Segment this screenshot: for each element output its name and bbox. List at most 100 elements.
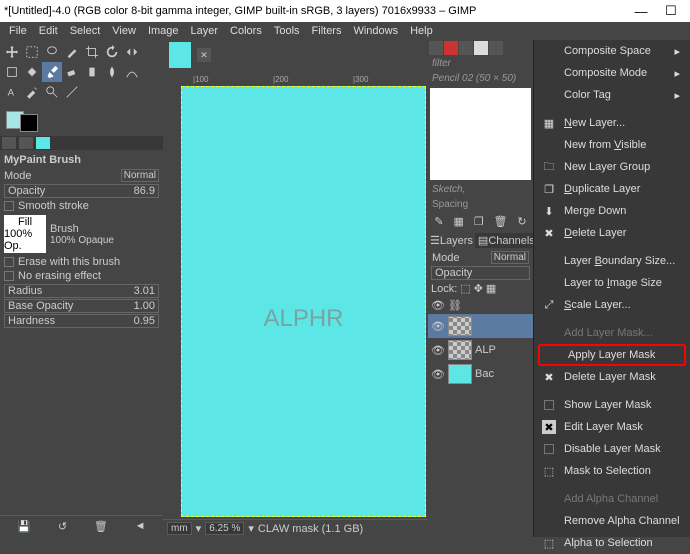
menu-image[interactable]: Image — [143, 25, 184, 37]
menu-layer[interactable]: Layer — [186, 25, 224, 37]
menu-colors[interactable]: Colors — [225, 25, 267, 37]
hardness-slider[interactable]: Hardness0.95 — [4, 314, 159, 328]
ctx-disable-mask[interactable]: Disable Layer Mask — [534, 438, 690, 460]
restore-icon[interactable]: ↺ — [58, 520, 67, 533]
menu-windows[interactable]: Windows — [348, 25, 403, 37]
ctx-boundary[interactable]: Layer Boundary Size... — [534, 250, 690, 272]
eye-icon[interactable]: 👁 — [431, 298, 445, 312]
ctx-duplicate[interactable]: ❐Duplicate Layer — [534, 178, 690, 200]
brush-grid[interactable] — [430, 88, 531, 180]
minimize-icon[interactable]: — — [626, 4, 656, 19]
brush-preview[interactable]: Fill 100% Op. — [4, 215, 46, 253]
brush-del-icon[interactable]: 🗑 — [494, 215, 508, 228]
layer-mode-select[interactable]: Normal — [491, 251, 529, 264]
delete-preset-icon[interactable]: 🗑 — [94, 520, 108, 533]
rtab-3[interactable] — [459, 41, 473, 55]
bg-color[interactable] — [20, 114, 38, 132]
ctx-delete-layer[interactable]: ✖Delete Layer — [534, 222, 690, 244]
layer-thumb[interactable] — [448, 316, 472, 336]
rtab-5[interactable] — [489, 41, 503, 55]
ctx-apply-mask[interactable]: Apply Layer Mask — [538, 344, 686, 366]
layer-row-3[interactable]: 👁 ALP — [428, 338, 533, 362]
menu-filters[interactable]: Filters — [307, 25, 347, 37]
brush-refresh-icon[interactable]: ↻ — [517, 215, 526, 228]
text-tool-icon[interactable]: A — [2, 82, 22, 102]
lock-alpha-icon[interactable]: ▦ — [486, 282, 496, 295]
layer-thumb[interactable] — [448, 364, 472, 384]
smooth-checkbox[interactable] — [4, 201, 14, 211]
ctx-new-from-visible[interactable]: New from Visible — [534, 134, 690, 156]
ctx-remove-alpha[interactable]: Remove Alpha Channel — [534, 510, 690, 532]
ctx-new-layer[interactable]: ▦New Layer... — [534, 112, 690, 134]
layer-thumb[interactable] — [448, 340, 472, 360]
picker-tool-icon[interactable] — [22, 82, 42, 102]
tab-3[interactable] — [36, 137, 50, 149]
wand-tool-icon[interactable] — [62, 42, 82, 62]
eye-icon[interactable]: 👁 — [431, 367, 445, 381]
rtab-4[interactable] — [474, 41, 488, 55]
tab-1[interactable] — [2, 137, 16, 149]
brush-new-icon[interactable]: ▦ — [454, 215, 464, 228]
ctx-composite-mode[interactable]: Composite Mode▸ — [534, 62, 690, 84]
brush-edit-icon[interactable]: ✎ — [434, 215, 443, 228]
ctx-show-mask[interactable]: Show Layer Mask — [534, 394, 690, 416]
rotate-tool-icon[interactable] — [102, 42, 122, 62]
crop-tool-icon[interactable] — [82, 42, 102, 62]
measure-tool-icon[interactable] — [62, 82, 82, 102]
brush-dup-icon[interactable]: ❐ — [474, 215, 484, 228]
save-preset-icon[interactable]: 💾 — [17, 520, 31, 533]
rtab-1[interactable] — [429, 41, 443, 55]
lock-pos-icon[interactable]: ✥ — [474, 282, 483, 295]
tab-2[interactable] — [19, 137, 33, 149]
clone-tool-icon[interactable] — [82, 62, 102, 82]
color-swatches[interactable] — [0, 104, 163, 136]
erase-checkbox[interactable] — [4, 257, 14, 267]
maximize-icon[interactable]: ☐ — [656, 3, 686, 19]
link-icon[interactable]: ⛓ — [448, 298, 462, 312]
noerase-checkbox[interactable] — [4, 271, 14, 281]
menu-tools[interactable]: Tools — [269, 25, 305, 37]
unit-select[interactable]: mm — [167, 522, 192, 535]
smudge-tool-icon[interactable] — [102, 62, 122, 82]
canvas[interactable]: ALPHR — [181, 86, 426, 517]
opacity-slider[interactable]: Opacity 86.9 — [4, 184, 159, 198]
move-tool-icon[interactable] — [2, 42, 22, 62]
ctx-composite-space[interactable]: Composite Space▸ — [534, 40, 690, 62]
ctx-new-group[interactable]: 🗀New Layer Group — [534, 156, 690, 178]
rtab-2[interactable] — [444, 41, 458, 55]
ctx-scale[interactable]: ⤢Scale Layer... — [534, 294, 690, 316]
radius-slider[interactable]: Radius3.01 — [4, 284, 159, 298]
close-image-icon[interactable]: ✕ — [197, 48, 211, 62]
ctx-color-tag[interactable]: Color Tag▸ — [534, 84, 690, 106]
warp-tool-icon[interactable] — [2, 62, 22, 82]
layer-row-1[interactable]: 👁 ⛓ — [428, 296, 533, 314]
channels-tab[interactable]: ▤Channels — [475, 233, 538, 248]
ctx-delete-mask[interactable]: ✖Delete Layer Mask — [534, 366, 690, 388]
lasso-tool-icon[interactable] — [42, 42, 62, 62]
menu-file[interactable]: File — [4, 25, 32, 37]
eraser-tool-icon[interactable] — [62, 62, 82, 82]
bucket-tool-icon[interactable] — [22, 62, 42, 82]
ctx-to-image[interactable]: Layer to Image Size — [534, 272, 690, 294]
ctx-merge-down[interactable]: ⬇Merge Down — [534, 200, 690, 222]
mypaint-brush-icon[interactable] — [42, 62, 62, 82]
flip-tool-icon[interactable] — [122, 42, 142, 62]
ctx-edit-mask[interactable]: ✖Edit Layer Mask — [534, 416, 690, 438]
image-thumb[interactable] — [169, 42, 191, 68]
menu-edit[interactable]: Edit — [34, 25, 63, 37]
lock-pixels-icon[interactable]: ⬚ — [460, 282, 470, 295]
layer-row-4[interactable]: 👁 Bac — [428, 362, 533, 386]
zoom-select[interactable]: 6.25 % — [205, 522, 244, 535]
menu-view[interactable]: View — [107, 25, 141, 37]
baseop-slider[interactable]: Base Opacity1.00 — [4, 299, 159, 313]
menu-help[interactable]: Help — [405, 25, 438, 37]
path-tool-icon[interactable] — [122, 62, 142, 82]
zoom-tool-icon[interactable] — [42, 82, 62, 102]
layers-tab[interactable]: ☰Layers — [430, 234, 473, 247]
ctx-mask-to-sel[interactable]: ⬚Mask to Selection — [534, 460, 690, 482]
reset-icon[interactable]: ◄ — [135, 520, 146, 533]
menu-select[interactable]: Select — [65, 25, 106, 37]
eye-icon[interactable]: 👁 — [431, 319, 445, 333]
mode-select[interactable]: Normal — [121, 169, 159, 182]
ctx-alpha-to-sel[interactable]: ⬚Alpha to Selection — [534, 532, 690, 554]
